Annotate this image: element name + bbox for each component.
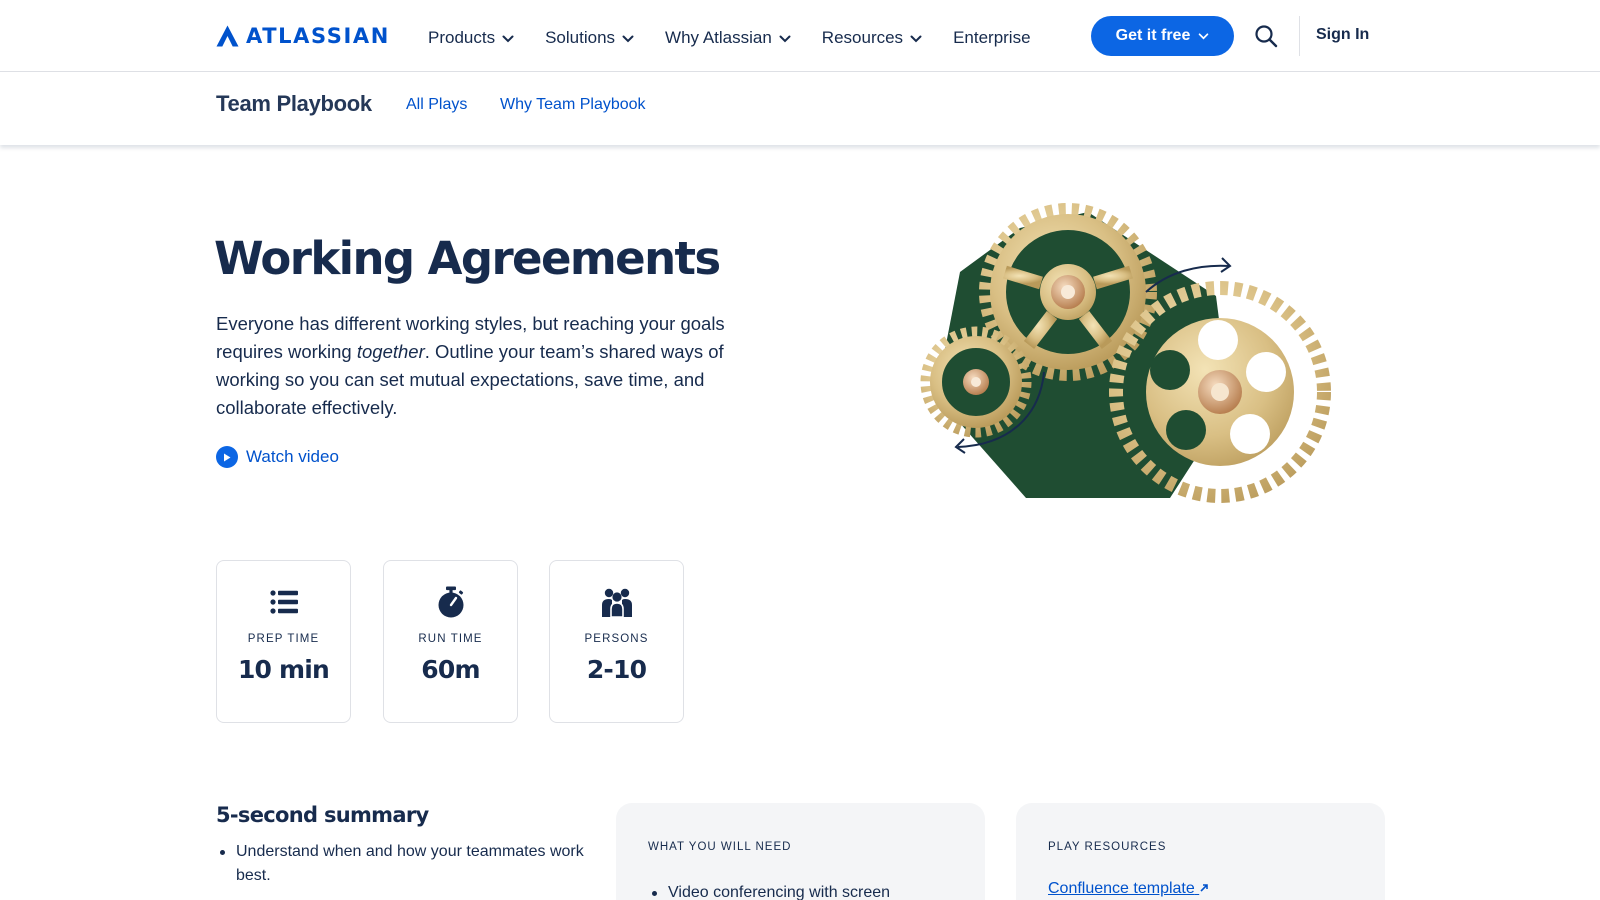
stat-value: 2-10 xyxy=(586,655,647,684)
watch-video-link[interactable]: Watch video xyxy=(216,446,339,468)
list-item: Understand when and how your teammates w… xyxy=(216,840,596,888)
atlassian-triangle-icon xyxy=(216,25,239,47)
chevron-down-icon xyxy=(502,35,514,43)
main-nav: Products Solutions Why Atlassian Resourc… xyxy=(428,28,1062,48)
cta-label: Get it free xyxy=(1115,27,1191,44)
stat-label: RUN TIME xyxy=(418,633,483,645)
summary-title: 5-second summary xyxy=(216,803,429,827)
list-icon xyxy=(269,590,298,614)
play-icon xyxy=(216,446,238,468)
nav-label: Why Atlassian xyxy=(665,28,772,47)
stat-value: 60m xyxy=(421,655,480,684)
panel-label: PLAY RESOURCES xyxy=(1048,841,1167,853)
team-playbook-title[interactable]: Team Playbook xyxy=(216,91,372,117)
nav-label: Solutions xyxy=(545,28,616,47)
stopwatch-icon xyxy=(438,586,463,618)
gear-large-right xyxy=(1109,281,1331,503)
watch-video-label: Watch video xyxy=(246,447,339,466)
why-team-playbook-link[interactable]: Why Team Playbook xyxy=(500,96,646,114)
nav-divider xyxy=(1299,16,1300,56)
nav-enterprise[interactable]: Enterprise xyxy=(953,28,1030,48)
nav-label: Products xyxy=(428,28,496,47)
chevron-down-icon xyxy=(779,35,791,43)
page-title: Working Agreements xyxy=(214,232,721,285)
nav-resources[interactable]: Resources xyxy=(822,28,922,48)
needs-list: Video conferencing with screen xyxy=(648,881,948,900)
nav-solutions[interactable]: Solutions xyxy=(545,28,634,48)
play-resources-panel: PLAY RESOURCES Confluence template xyxy=(1016,803,1385,900)
hero-description: Everyone has different working styles, b… xyxy=(216,310,761,422)
stat-card-run-time: RUN TIME 60m xyxy=(383,560,518,723)
nav-products[interactable]: Products xyxy=(428,28,514,48)
confluence-template-link[interactable]: Confluence template xyxy=(1048,880,1209,898)
panel-label: WHAT YOU WILL NEED xyxy=(648,841,792,853)
all-plays-link[interactable]: All Plays xyxy=(406,96,467,114)
playbook-subnav: Team Playbook All Plays Why Team Playboo… xyxy=(0,72,1600,145)
chevron-down-icon xyxy=(622,35,634,43)
stat-label: PREP TIME xyxy=(247,633,320,645)
search-icon[interactable] xyxy=(1254,24,1278,48)
list-item: Video conferencing with screen xyxy=(648,881,948,900)
desc-emphasis: together xyxy=(356,341,425,362)
chevron-down-icon xyxy=(1199,32,1209,39)
stat-card-prep-time: PREP TIME 10 min xyxy=(216,560,351,723)
stat-card-persons: PERSONS 2-10 xyxy=(549,560,684,723)
gears-illustration xyxy=(920,203,1331,503)
people-icon xyxy=(601,588,632,618)
top-navigation: ATLASSIAN Products Solutions Why Atlassi… xyxy=(0,0,1600,72)
logo-wordmark: ATLASSIAN xyxy=(246,24,390,48)
nav-label: Resources xyxy=(821,28,904,47)
what-you-will-need-panel: WHAT YOU WILL NEED Video conferencing wi… xyxy=(616,803,985,900)
external-link-icon xyxy=(1200,884,1209,892)
stat-label: PERSONS xyxy=(584,633,649,645)
chevron-down-icon xyxy=(910,35,922,43)
stat-value: 10 min xyxy=(237,655,330,684)
link-label: Confluence template xyxy=(1048,880,1195,897)
get-it-free-button[interactable]: Get it free xyxy=(1091,16,1234,56)
sign-in-link[interactable]: Sign In xyxy=(1316,26,1369,44)
nav-why-atlassian[interactable]: Why Atlassian xyxy=(665,28,791,48)
atlassian-logo[interactable]: ATLASSIAN xyxy=(216,24,390,48)
nav-label: Enterprise xyxy=(953,28,1031,47)
summary-list: Understand when and how your teammates w… xyxy=(216,840,596,888)
